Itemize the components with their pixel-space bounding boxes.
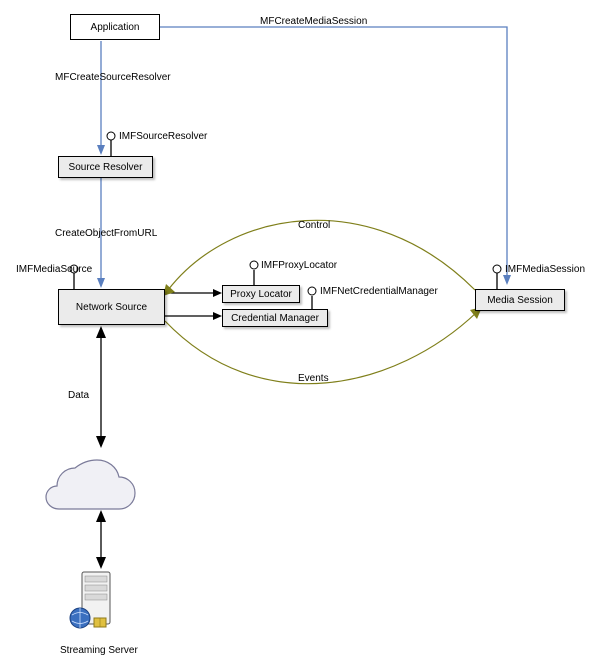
interface-label-proxy-locator: IMFProxyLocator [261,260,337,271]
node-label: Network Source [76,302,147,313]
node-network-source: Network Source [58,289,165,325]
node-label: Credential Manager [231,313,319,324]
interface-label-media-session: IMFMediaSession [505,264,585,275]
node-proxy-locator: Proxy Locator [222,285,300,303]
interface-label-source-resolver: IMFSourceResolver [119,131,207,142]
node-source-resolver: Source Resolver [58,156,153,178]
node-credential-manager: Credential Manager [222,309,328,327]
node-label: Source Resolver [69,162,143,173]
edge-label-control: Control [298,220,330,231]
edge-label-events: Events [298,373,329,384]
node-media-session: Media Session [475,289,565,311]
interface-label-media-source: IMFMediaSource [16,264,92,275]
cloud-icon [46,460,135,509]
node-application: Application [70,14,160,40]
node-label: Proxy Locator [230,289,292,300]
edge-label-data: Data [68,390,89,401]
interface-label-net-credential-manager: IMFNetCredentialManager [320,286,438,297]
edge-label-create-object-from-url: CreateObjectFromURL [55,228,157,239]
edge-label-create-source-resolver: MFCreateSourceResolver [55,72,171,83]
diagram-connectors [0,0,600,661]
edge-label-create-media-session: MFCreateMediaSession [260,16,367,27]
node-label: Application [91,22,140,33]
node-label: Media Session [487,295,553,306]
server-icon [70,572,110,628]
streaming-server-label: Streaming Server [60,645,138,656]
